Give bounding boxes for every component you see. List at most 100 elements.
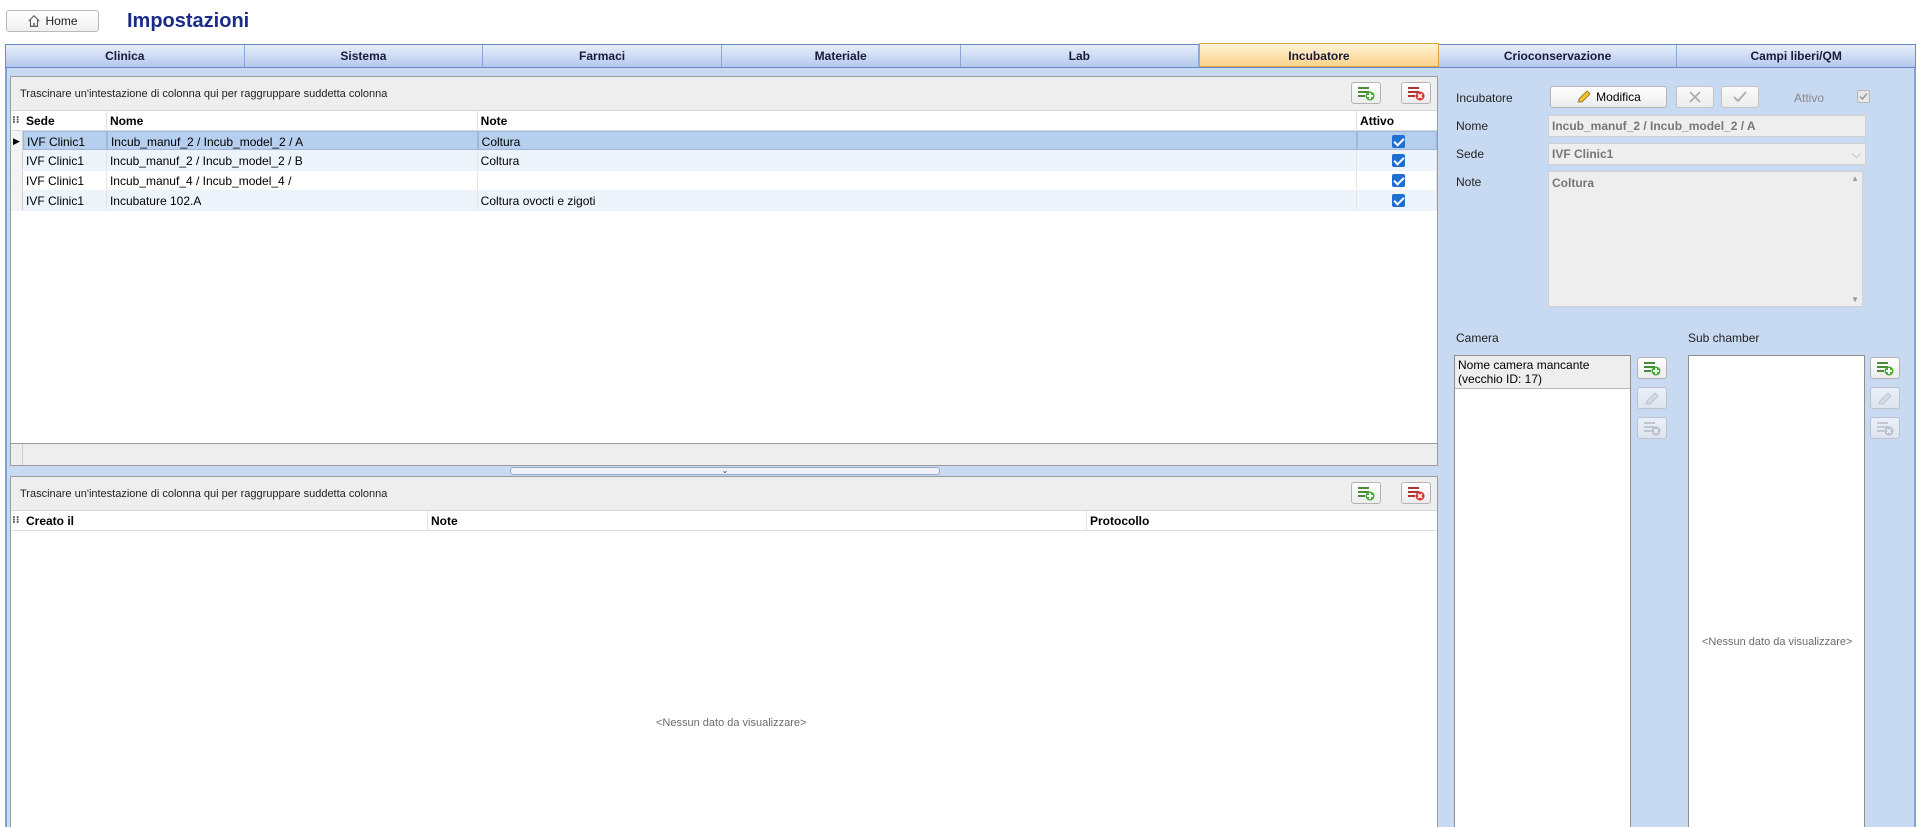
cell-note <box>478 171 1358 190</box>
edit-sub-chamber-button[interactable] <box>1870 387 1900 409</box>
log-grid: Trascinare un'intestazione di colonna qu… <box>10 476 1438 827</box>
cell-note: Coltura <box>477 131 1358 150</box>
delete-camera-button[interactable] <box>1637 417 1667 439</box>
cell-nome: Incub_manuf_2 / Incub_model_2 / A <box>106 131 478 150</box>
attivo-checkbox[interactable] <box>1857 90 1870 103</box>
tab-sistema[interactable]: Sistema <box>245 45 484 67</box>
add-row-icon <box>1358 487 1375 501</box>
group-by-panel[interactable]: Trascinare un'intestazione di colonna qu… <box>11 477 1437 511</box>
cell-attivo <box>1357 151 1437 170</box>
col-note[interactable]: Note <box>428 511 1087 530</box>
pencil-icon <box>1645 392 1659 405</box>
delete-row-icon <box>1408 487 1425 501</box>
column-chooser-icon[interactable]: ⁝⁝ <box>11 511 23 530</box>
col-attivo[interactable]: Attivo <box>1357 111 1437 130</box>
row-indicator-icon: ▶ <box>11 131 23 150</box>
col-protocollo[interactable]: Protocollo <box>1087 511 1437 530</box>
delete-log-button[interactable] <box>1401 482 1431 504</box>
col-creato-il[interactable]: Creato il <box>23 511 428 530</box>
sede-select[interactable]: IVF Clinic1 ⌵ <box>1548 143 1866 165</box>
add-row-icon <box>1644 362 1661 376</box>
delete-row-icon <box>1877 422 1894 436</box>
checkbox-attivo[interactable] <box>1392 135 1406 149</box>
checkbox-attivo[interactable] <box>1391 174 1405 188</box>
check-icon <box>1859 93 1868 101</box>
column-chooser-icon[interactable]: ⁝⁝ <box>11 111 23 130</box>
add-sub-chamber-button[interactable] <box>1870 357 1900 379</box>
pencil-icon <box>1878 392 1892 405</box>
row-indicator <box>11 151 23 170</box>
group-by-panel[interactable]: Trascinare un'intestazione di colonna qu… <box>11 77 1437 111</box>
confirm-button[interactable] <box>1721 86 1759 108</box>
column-headers: ⁝⁝ Creato il Note Protocollo <box>11 511 1437 531</box>
add-camera-button[interactable] <box>1637 357 1667 379</box>
incubatore-label: Incubatore <box>1456 91 1513 105</box>
nome-label: Nome <box>1456 119 1489 133</box>
empty-message: <Nessun dato da visualizzare> <box>1702 636 1853 648</box>
cell-nome: Incub_manuf_2 / Incub_model_2 / B <box>107 151 478 170</box>
delete-row-icon <box>1644 422 1661 436</box>
table-row[interactable]: IVF Clinic1 Incub_manuf_4 / Incub_model_… <box>11 171 1437 191</box>
row-indicator <box>11 191 23 210</box>
cell-sede: IVF Clinic1 <box>23 151 107 170</box>
tab-farmaci[interactable]: Farmaci <box>483 45 722 67</box>
col-note[interactable]: Note <box>478 111 1358 130</box>
note-textarea[interactable]: Coltura ▲ ▼ <box>1548 171 1863 307</box>
tab-crioconservazione[interactable]: Crioconservazione <box>1439 45 1678 67</box>
camera-list[interactable]: Nome camera mancante (vecchio ID: 17) <box>1454 355 1631 827</box>
group-hint: Trascinare un'intestazione di colonna qu… <box>20 88 388 100</box>
header: Home Impostazioni <box>0 0 1919 44</box>
cell-note: Coltura <box>478 151 1358 170</box>
cancel-button[interactable] <box>1676 86 1714 108</box>
checkbox-attivo[interactable] <box>1391 194 1405 208</box>
chevron-down-icon: ⌵ <box>1851 147 1861 161</box>
add-incubator-button[interactable] <box>1351 82 1381 104</box>
table-row[interactable]: ▶ IVF Clinic1 Incub_manuf_2 / Incub_mode… <box>11 131 1437 151</box>
cell-attivo <box>1357 131 1437 150</box>
col-nome[interactable]: Nome <box>107 111 478 130</box>
tab-materiale[interactable]: Materiale <box>722 45 961 67</box>
list-item[interactable]: Nome camera mancante (vecchio ID: 17) <box>1455 356 1630 389</box>
col-sede[interactable]: Sede <box>23 111 107 130</box>
scroll-down-icon[interactable]: ▼ <box>1851 295 1859 304</box>
home-label: Home <box>45 14 78 28</box>
group-hint: Trascinare un'intestazione di colonna qu… <box>20 488 388 500</box>
cell-nome: Incubature 102.A <box>107 191 478 210</box>
sub-chamber-list[interactable]: <Nessun dato da visualizzare> <box>1688 355 1865 827</box>
grid-footer <box>11 443 1437 465</box>
delete-sub-chamber-button[interactable] <box>1870 417 1900 439</box>
chevron-down-icon: ⌄ <box>721 466 729 475</box>
modifica-label: Modifica <box>1596 90 1641 104</box>
cell-attivo <box>1357 171 1437 190</box>
table-row[interactable]: IVF Clinic1 Incubature 102.A Coltura ovo… <box>11 191 1437 211</box>
tab-campi-liberi[interactable]: Campi liberi/QM <box>1677 45 1915 67</box>
camera-label: Camera <box>1456 331 1499 345</box>
scroll-up-icon[interactable]: ▲ <box>1851 174 1859 183</box>
add-log-button[interactable] <box>1351 482 1381 504</box>
tab-incubatore[interactable]: Incubatore <box>1199 43 1439 67</box>
settings-tabs: Clinica Sistema Farmaci Materiale Lab In… <box>5 43 1916 68</box>
modifica-button[interactable]: Modifica <box>1550 86 1667 108</box>
cell-sede: IVF Clinic1 <box>23 171 107 190</box>
note-value: Coltura <box>1552 176 1594 190</box>
pencil-icon <box>1577 90 1591 103</box>
incubators-grid: Trascinare un'intestazione di colonna qu… <box>10 76 1438 466</box>
tab-lab[interactable]: Lab <box>961 45 1200 67</box>
edit-camera-button[interactable] <box>1637 387 1667 409</box>
attivo-label: Attivo <box>1794 91 1825 105</box>
delete-row-icon <box>1408 87 1425 101</box>
table-row[interactable]: IVF Clinic1 Incub_manuf_2 / Incub_model_… <box>11 151 1437 171</box>
delete-incubator-button[interactable] <box>1401 82 1431 104</box>
cell-note: Coltura ovocti e zigoti <box>478 191 1358 210</box>
splitter-handle[interactable]: ⌄ <box>510 467 940 475</box>
cell-sede: IVF Clinic1 <box>23 131 107 150</box>
cell-sede: IVF Clinic1 <box>23 191 107 210</box>
cell-attivo <box>1357 191 1437 210</box>
nome-field[interactable]: Incub_manuf_2 / Incub_model_2 / A <box>1548 115 1866 137</box>
home-button[interactable]: Home <box>6 10 99 32</box>
empty-message: <Nessun dato da visualizzare> <box>656 717 807 729</box>
checkbox-attivo[interactable] <box>1391 154 1405 168</box>
cell-nome: Incub_manuf_4 / Incub_model_4 / <box>107 171 478 190</box>
note-label: Note <box>1456 175 1482 189</box>
tab-clinica[interactable]: Clinica <box>6 45 245 67</box>
